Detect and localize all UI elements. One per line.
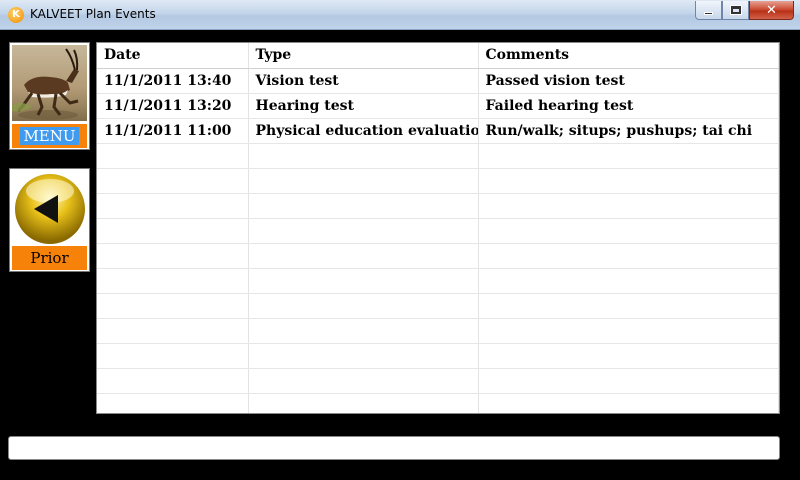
minimize-icon (704, 11, 713, 15)
cell-date (97, 268, 249, 294)
cell-comments (478, 168, 779, 194)
cell-comments (478, 143, 779, 169)
cell-comments (478, 343, 779, 369)
cell-type: Hearing test (248, 93, 479, 119)
cell-date (97, 193, 249, 219)
table-row[interactable] (97, 393, 779, 413)
cell-type (248, 143, 479, 169)
cell-comments (478, 393, 779, 413)
cell-comments (478, 368, 779, 394)
cell-type (248, 268, 479, 294)
table-row[interactable]: 11/1/2011 13:40 Vision test Passed vision … (97, 68, 779, 94)
table-row[interactable] (97, 218, 779, 244)
cell-date (97, 343, 249, 369)
table-row[interactable] (97, 143, 779, 169)
column-header-type[interactable]: Type (248, 43, 479, 69)
table-row[interactable] (97, 318, 779, 344)
cell-date (97, 368, 249, 394)
table-row[interactable] (97, 368, 779, 394)
close-button[interactable]: ✕ (749, 1, 794, 20)
cell-type (248, 243, 479, 269)
cell-comments (478, 318, 779, 344)
back-arrow-orb-icon (12, 171, 87, 247)
cell-date (97, 168, 249, 194)
prior-button[interactable]: Prior (9, 168, 90, 272)
cell-date (97, 218, 249, 244)
cell-comments: Run/walk; situps; pushups; tai chi (478, 118, 779, 144)
menu-label: MENU (12, 124, 87, 148)
cell-type: Vision test (248, 68, 479, 94)
cell-comments (478, 293, 779, 319)
cell-type: Physical education evaluation (248, 118, 479, 144)
cell-type (248, 368, 479, 394)
cell-comments (478, 218, 779, 244)
cell-type (248, 318, 479, 344)
cell-date (97, 243, 249, 269)
cell-date (97, 393, 249, 413)
cell-date: 11/1/2011 13:40 (97, 68, 249, 94)
cell-type (248, 393, 479, 413)
table-row[interactable]: 11/1/2011 11:00 Physical education evalua… (97, 118, 779, 144)
cell-comments (478, 243, 779, 269)
table-row[interactable] (97, 293, 779, 319)
table-row[interactable] (97, 343, 779, 369)
minimize-button[interactable] (695, 1, 722, 20)
cell-date (97, 293, 249, 319)
title-bar: K KALVEET Plan Events ✕ (0, 0, 800, 30)
cell-date (97, 318, 249, 344)
maximize-button[interactable] (722, 1, 749, 20)
table-row[interactable] (97, 168, 779, 194)
cell-comments: Passed vision test (478, 68, 779, 94)
status-input[interactable] (8, 436, 780, 460)
cell-date (97, 143, 249, 169)
table-row[interactable]: 11/1/2011 13:20 Hearing test Failed hearin… (97, 93, 779, 119)
cell-type (248, 168, 479, 194)
column-header-comments[interactable]: Comments (478, 43, 779, 69)
menu-button[interactable]: MENU (9, 42, 90, 150)
column-header-date[interactable]: Date (97, 43, 249, 69)
cell-type (248, 343, 479, 369)
cell-date: 11/1/2011 13:20 (97, 93, 249, 119)
cell-type (248, 293, 479, 319)
events-grid[interactable]: Date Type Comments 11/1/2011 13:40 Vision… (96, 42, 780, 414)
cell-comments (478, 268, 779, 294)
cell-date: 11/1/2011 11:00 (97, 118, 249, 144)
table-row[interactable] (97, 193, 779, 219)
maximize-icon (729, 5, 742, 15)
table-row[interactable] (97, 268, 779, 294)
close-icon: ✕ (766, 2, 777, 18)
cell-comments (478, 193, 779, 219)
app-logo-icon: K (8, 7, 24, 23)
window-title: KALVEET Plan Events (30, 7, 156, 21)
cell-comments: Failed hearing test (478, 93, 779, 119)
table-row[interactable] (97, 243, 779, 269)
prior-label: Prior (12, 246, 87, 270)
events-table: Date Type Comments 11/1/2011 13:40 Vision… (97, 43, 779, 413)
cell-type (248, 193, 479, 219)
antelope-photo-icon (12, 45, 87, 121)
header-row: Date Type Comments (97, 43, 779, 69)
cell-type (248, 218, 479, 244)
window-controls: ✕ (695, 1, 794, 20)
